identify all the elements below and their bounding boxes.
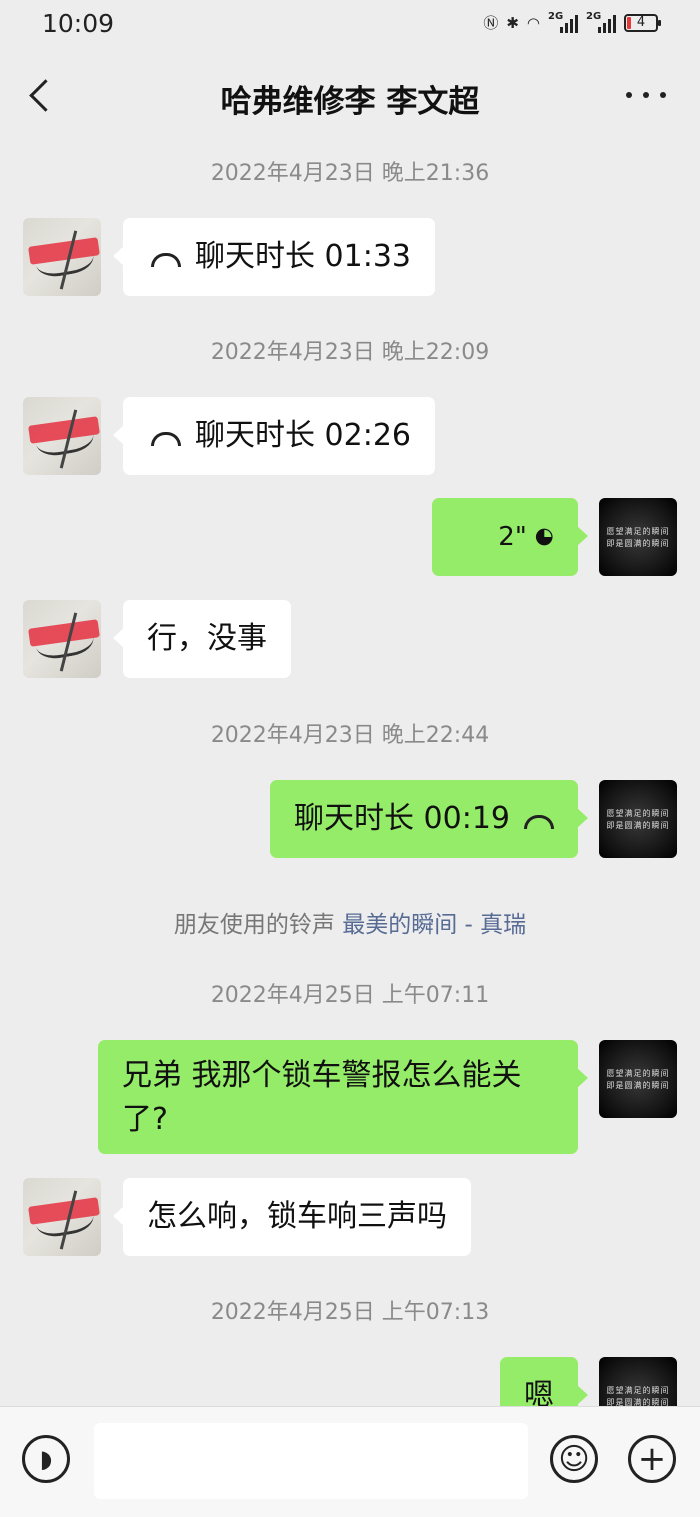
message-text: 行，没事 [147,621,267,656]
emoji-icon[interactable]: ☺ [550,1435,598,1483]
voice-input-icon[interactable]: ◗ [22,1435,70,1483]
bluetooth-icon: ✱ [506,13,519,32]
message-bubble[interactable]: 怎么响，锁车响三声吗 [113,1178,471,1256]
message-input[interactable] [94,1423,528,1499]
contact-avatar[interactable] [23,397,101,475]
chat-title: 哈弗维修李 李文超 [220,84,480,120]
voice-message-bubble[interactable]: 2" ◕ [432,498,588,576]
avatar-text: 即是圆满的瞬间 [606,821,670,830]
phone-hangup-icon [151,253,181,267]
my-avatar[interactable]: 愿望满足的瞬间 即是圆满的瞬间 [599,1040,677,1118]
avatar-text: 即是圆满的瞬间 [606,539,670,548]
ringtone-note: 朋友使用的铃声 最美的瞬间 - 真瑞 [0,905,700,939]
battery-icon: 4 [624,13,661,32]
contact-avatar[interactable] [23,600,101,678]
my-avatar[interactable]: 愿望满足的瞬间 即是圆满的瞬间 [599,780,677,858]
more-icon[interactable] [626,82,666,108]
message-bubble[interactable]: 行，没事 [113,600,291,678]
chat-header: 哈弗维修李 李文超 [0,50,700,142]
timestamp: 2022年4月23日 晚上22:09 [210,340,490,365]
signal-icon-2: 2G [586,10,616,33]
timestamp: 2022年4月25日 上午07:13 [210,1300,490,1325]
message-text: 聊天时长 02:26 [195,418,411,453]
plus-icon[interactable]: + [628,1435,676,1483]
status-bar: 10:09 Ⓝ ✱ ◠ 2G 2G 4 [0,0,700,50]
timestamp: 2022年4月23日 晚上22:44 [210,723,490,748]
voice-wave-icon: ◕ [532,527,558,547]
status-icons: Ⓝ ✱ ◠ 2G 2G 4 [483,10,661,33]
network-label: 2G [548,10,564,22]
phone-hangup-icon [524,815,554,829]
call-record-bubble[interactable]: 聊天时长 01:33 [113,218,435,296]
timestamp: 2022年4月25日 上午07:11 [210,983,490,1008]
my-avatar[interactable]: 愿望满足的瞬间 即是圆满的瞬间 [599,498,677,576]
avatar-text: 愿望满足的瞬间 [606,809,670,818]
call-record-bubble[interactable]: 聊天时长 02:26 [113,397,435,475]
contact-avatar[interactable] [23,1178,101,1256]
ringtone-prefix: 朋友使用的铃声 [173,912,343,938]
nfc-icon: Ⓝ [483,14,499,32]
avatar-text: 愿望满足的瞬间 [606,1386,670,1395]
message-text: 兄弟 我那个锁车警报怎么能关了? [122,1058,522,1137]
status-time: 10:09 [42,9,115,38]
message-text: 聊天时长 00:19 [294,801,510,836]
call-record-bubble[interactable]: 聊天时长 00:19 [270,780,588,858]
signal-icon: 2G [548,10,578,33]
message-bubble[interactable]: 兄弟 我那个锁车警报怎么能关了? [98,1040,588,1154]
avatar-text: 愿望满足的瞬间 [606,1069,670,1078]
avatar-text: 愿望满足的瞬间 [606,527,670,536]
message-text: 怎么响，锁车响三声吗 [147,1199,447,1234]
timestamp: 2022年4月23日 晚上21:36 [210,161,490,186]
input-bar: ◗ ☺ + [0,1406,700,1517]
ringtone-link[interactable]: 最美的瞬间 - 真瑞 [342,912,526,938]
contact-avatar[interactable] [23,218,101,296]
message-text: 聊天时长 01:33 [195,239,411,274]
phone-hangup-icon [151,432,181,446]
avatar-text: 即是圆满的瞬间 [606,1081,670,1090]
network-label-2: 2G [586,10,602,22]
wifi-icon: ◠ [526,13,540,32]
